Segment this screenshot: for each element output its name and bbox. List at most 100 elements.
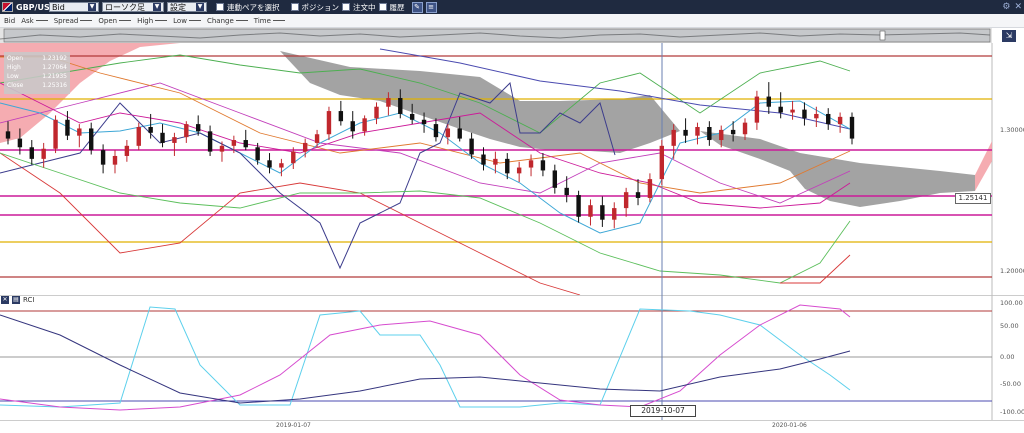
close-icon[interactable]: ✕ xyxy=(1014,2,1022,12)
candle-body xyxy=(695,127,700,136)
candle-body xyxy=(302,142,308,152)
candle-body xyxy=(493,158,498,165)
high-value: 1.27064 xyxy=(42,64,67,71)
candle-body xyxy=(136,127,141,146)
candle-body xyxy=(160,132,165,143)
candle-body xyxy=(195,124,201,132)
candle-body xyxy=(433,124,439,138)
candle-body xyxy=(65,119,70,136)
candle-body xyxy=(112,155,118,165)
candle-body xyxy=(588,205,593,217)
history-checkbox[interactable] xyxy=(378,3,387,11)
candle-body xyxy=(576,195,581,217)
candle-body xyxy=(386,98,391,107)
setting-select[interactable]: 設定 ▼ xyxy=(167,2,207,12)
candle-body xyxy=(409,113,415,120)
candle-body xyxy=(314,134,320,143)
candle-body xyxy=(802,109,807,119)
gear-icon[interactable]: ⚙ xyxy=(1002,2,1010,12)
candle-body xyxy=(291,151,296,164)
data-legend-bar: Bid Ask Spread Open High Low Change Time xyxy=(0,14,1024,28)
price-type-value: Bid xyxy=(52,2,65,12)
candle-body xyxy=(505,158,510,174)
chart-toolbar: GBP/USD Bid ▼ ローソク足 ▼ 設定 ▼ 連動ペアを選択 ポジション… xyxy=(0,0,1024,14)
rci-chart[interactable] xyxy=(0,295,1024,420)
rci-tick-minus50: -50.00 xyxy=(1000,380,1021,388)
candle-body xyxy=(814,113,819,119)
candle-body xyxy=(124,145,130,156)
low-value: 1.21935 xyxy=(42,73,67,80)
candlestick-chart[interactable] xyxy=(0,43,1024,295)
price-tick-lower: 1.20000 xyxy=(1000,267,1024,275)
candle-body xyxy=(231,140,237,146)
candle-body xyxy=(255,147,260,161)
candle-body xyxy=(719,129,724,141)
candle-body xyxy=(362,118,367,132)
indicator-icon[interactable]: ≡ xyxy=(425,1,437,13)
x-axis xyxy=(0,420,1024,433)
candle-body xyxy=(481,154,486,165)
current-price-label: 1.25141 xyxy=(955,193,991,204)
candle-body xyxy=(326,111,332,135)
candle-body xyxy=(623,192,629,209)
candle-body xyxy=(398,98,403,114)
candle-body xyxy=(707,127,712,141)
candle-body xyxy=(600,205,605,220)
rci-tick-50: 50.00 xyxy=(1000,322,1019,330)
low-label: Low xyxy=(7,73,19,80)
setting-value: 設定 xyxy=(170,2,186,12)
candle-body xyxy=(29,147,34,159)
position-checkbox[interactable] xyxy=(290,3,299,11)
linked-pairs-checkbox[interactable] xyxy=(216,3,224,11)
candle-body xyxy=(516,167,522,174)
candle-body xyxy=(148,127,153,133)
history-label: 履歴 xyxy=(389,2,405,12)
legend-high: High xyxy=(137,17,168,25)
chevron-down-icon: ▼ xyxy=(153,3,161,11)
time-navigator[interactable] xyxy=(0,28,992,44)
close-icon[interactable]: ✕ xyxy=(1,296,9,304)
candle-body xyxy=(647,179,653,198)
open-label: Open xyxy=(7,55,24,62)
candle-body xyxy=(540,160,546,171)
rci-tick-100: 100.00 xyxy=(1000,299,1023,307)
price-type-select[interactable]: Bid ▼ xyxy=(49,2,99,12)
scroll-latest-button[interactable]: ⇲ xyxy=(1002,30,1016,42)
price-tick-upper: 1.30000 xyxy=(1000,126,1024,134)
candle-body xyxy=(279,163,284,168)
candle-body xyxy=(564,187,569,196)
legend-time: Time xyxy=(254,17,285,25)
navigator-handle[interactable] xyxy=(879,30,886,41)
crosshair-date-label: 2019-10-07 xyxy=(630,405,696,417)
legend-ask: Ask xyxy=(21,17,48,25)
candle-body xyxy=(41,148,46,159)
candle-body xyxy=(457,128,462,139)
candle-body xyxy=(350,121,355,132)
candle-body xyxy=(219,145,225,152)
candle-body xyxy=(766,96,771,107)
open-value: 1.23192 xyxy=(42,55,67,62)
close-label: Close xyxy=(7,82,24,89)
legend-spread: Spread xyxy=(54,17,93,25)
settings-icon[interactable]: ▤ xyxy=(12,296,20,304)
x-tick-label: 2020-01-06 xyxy=(772,422,807,429)
legend-open: Open xyxy=(98,17,132,25)
candle-body xyxy=(659,145,665,180)
candle-body xyxy=(421,119,427,125)
candle-body xyxy=(635,192,641,198)
close-value: 1.25316 xyxy=(42,82,67,89)
rci-tick-minus100: -100.00 xyxy=(1000,408,1024,416)
draw-tool-icon[interactable]: ✎ xyxy=(411,1,423,13)
gbp-flag-icon xyxy=(2,2,13,12)
candle-body xyxy=(267,160,272,168)
orders-checkbox[interactable] xyxy=(342,3,350,11)
candle-body xyxy=(528,160,534,168)
rci-header: ✕ ▤ RCI xyxy=(1,296,34,304)
x-tick-label: 2019-01-07 xyxy=(276,422,311,429)
candle-body xyxy=(730,129,736,135)
candle-body xyxy=(671,129,676,146)
chart-type-value: ローソク足 xyxy=(105,2,145,12)
position-label: ポジション xyxy=(301,2,340,12)
chart-type-select[interactable]: ローソク足 ▼ xyxy=(102,2,164,12)
ohlc-tooltip: Open 1.23192 High 1.27064 Low 1.21935 Close… xyxy=(4,52,70,94)
